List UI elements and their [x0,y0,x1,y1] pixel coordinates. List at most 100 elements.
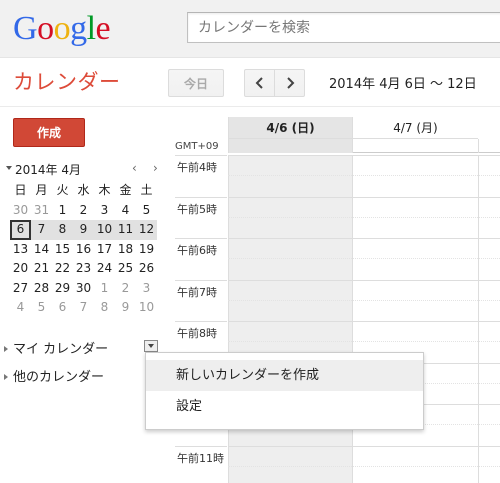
mini-calendar-day[interactable]: 4 [10,298,31,318]
day-header[interactable]: 4/7 (月) [353,117,478,139]
create-button[interactable]: 作成 [13,118,85,147]
mini-calendar-day[interactable]: 1 [94,279,115,299]
mini-calendar-day[interactable]: 12 [136,220,157,240]
logo-letter: g [70,10,87,47]
mini-calendar-title[interactable]: 2014年 4月 [15,161,81,178]
half-hour-divider [228,299,500,301]
google-logo[interactable]: Google [13,9,111,49]
mini-calendar-day[interactable]: 27 [10,279,31,299]
mini-calendar-day[interactable]: 3 [136,279,157,299]
expand-triangle-icon [4,345,8,352]
mini-calendar-day[interactable]: 7 [73,298,94,318]
mini-calendar-day[interactable]: 29 [52,279,73,299]
mini-calendar-day[interactable]: 31 [31,201,52,221]
mini-calendar-day[interactable]: 2 [115,279,136,299]
other-calendars-toggle[interactable]: 他のカレンダー [4,366,104,385]
hour-row: 午前5時 [167,196,500,239]
mini-calendar-day[interactable]: 30 [73,279,94,299]
mini-calendar-day[interactable]: 21 [31,259,52,279]
mini-calendar-day[interactable]: 4 [115,201,136,221]
hour-row: 午前7時 [167,279,500,322]
hour-label: 午前5時 [177,202,217,216]
search-input[interactable] [188,13,500,42]
weekday-label: 木 [98,183,111,197]
hour-label: 午前6時 [177,244,217,257]
mini-calendar-day[interactable]: 5 [136,201,157,221]
weekday-label: 火 [56,183,69,197]
settings-menu-item[interactable]: 設定 [146,391,423,422]
logo-letter: l [86,10,96,47]
mini-calendar-week: 6 7 8 9 10 11 12 [10,220,157,240]
mini-calendar-day[interactable]: 28 [31,279,52,299]
hour-row: 午前4時 [167,155,500,197]
weekday-label: 日 [14,183,27,197]
collapse-triangle-icon[interactable] [6,166,12,170]
mini-prev-month-button[interactable]: ‹ [132,161,137,175]
mini-calendar-day[interactable]: 7 [31,220,52,240]
mini-calendar-day[interactable]: 25 [115,259,136,279]
mini-calendar-day[interactable]: 30 [10,201,31,221]
hour-divider [228,196,500,198]
mini-calendar-day[interactable]: 10 [136,298,157,318]
today-button[interactable]: 今日 [168,69,224,97]
hour-divider [228,238,500,239]
mini-calendar-day[interactable]: 15 [52,240,73,260]
search-box[interactable] [187,12,500,43]
chevron-right-icon [286,77,294,89]
mini-calendar-header: 2014年 4月 ‹ › [4,160,164,180]
hour-divider [175,196,227,198]
mini-calendar-day[interactable]: 22 [52,259,73,279]
mini-calendar-day-today[interactable]: 6 [10,220,31,240]
mini-calendar-day[interactable]: 18 [115,240,136,260]
mini-calendar-day[interactable]: 26 [136,259,157,279]
mini-calendar-week: 13 14 15 16 17 18 19 [10,240,157,260]
mini-calendar-day[interactable]: 6 [52,298,73,318]
weekday-label: 土 [140,183,153,197]
hour-divider [175,321,227,322]
my-calendars-toggle[interactable]: マイ カレンダー [4,338,108,357]
weekday-row: 日月火水木金土 [10,181,157,201]
half-hour-divider [228,216,500,218]
mini-calendar-day[interactable]: 1 [52,201,73,221]
weekday-label: 水 [77,183,90,197]
mini-calendar-day[interactable]: 2 [73,201,94,221]
logo-letter: o [53,10,71,47]
mini-calendar-day[interactable]: 11 [115,220,136,240]
all-day-row[interactable] [228,139,500,153]
other-calendars-label: 他のカレンダー [13,370,105,385]
hour-divider [175,445,227,447]
day-header-selected[interactable]: 4/6 (日) [228,117,353,139]
mini-calendar-day[interactable]: 20 [10,259,31,279]
create-calendar-menu-item[interactable]: 新しいカレンダーを作成 [146,360,423,391]
mini-calendar-day[interactable]: 23 [73,259,94,279]
mini-calendar-week: 20 21 22 23 24 25 26 [10,259,157,279]
hour-divider [228,279,500,281]
weekday-label: 月 [35,183,48,197]
mini-calendar-day[interactable]: 10 [94,220,115,240]
mini-next-month-button[interactable]: › [153,161,158,175]
mini-calendar-day[interactable]: 24 [94,259,115,279]
mini-calendar-day[interactable]: 19 [136,240,157,260]
mini-calendar-day[interactable]: 8 [94,298,115,318]
mini-calendar-day[interactable]: 9 [73,220,94,240]
mini-calendar-day[interactable]: 3 [94,201,115,221]
mini-calendar-day[interactable]: 14 [31,240,52,260]
calendar-menu-popup: 新しいカレンダーを作成 設定 [145,352,424,430]
mini-calendar-day[interactable]: 16 [73,240,94,260]
mini-calendar-day[interactable]: 5 [31,298,52,318]
expand-triangle-icon [4,373,8,380]
top-bar: Google [0,0,500,58]
my-calendars-menu-button[interactable] [144,340,158,352]
mini-calendar-day[interactable]: 9 [115,298,136,318]
mini-calendar-day[interactable]: 17 [94,240,115,260]
all-day-cell-selected[interactable] [228,139,353,153]
my-calendars-label: マイ カレンダー [13,342,109,357]
half-hour-divider [228,258,500,259]
next-period-button[interactable] [274,69,305,97]
mini-calendar-day[interactable]: 8 [52,220,73,240]
app-title: カレンダー [13,70,121,94]
mini-calendar-day[interactable]: 13 [10,240,31,260]
weekday-label: 金 [119,183,132,197]
prev-period-button[interactable] [244,69,275,97]
time-grid-body[interactable]: 午前4時午前5時午前6時午前7時午前8時午前9時午前10時午前11時 [167,155,500,483]
